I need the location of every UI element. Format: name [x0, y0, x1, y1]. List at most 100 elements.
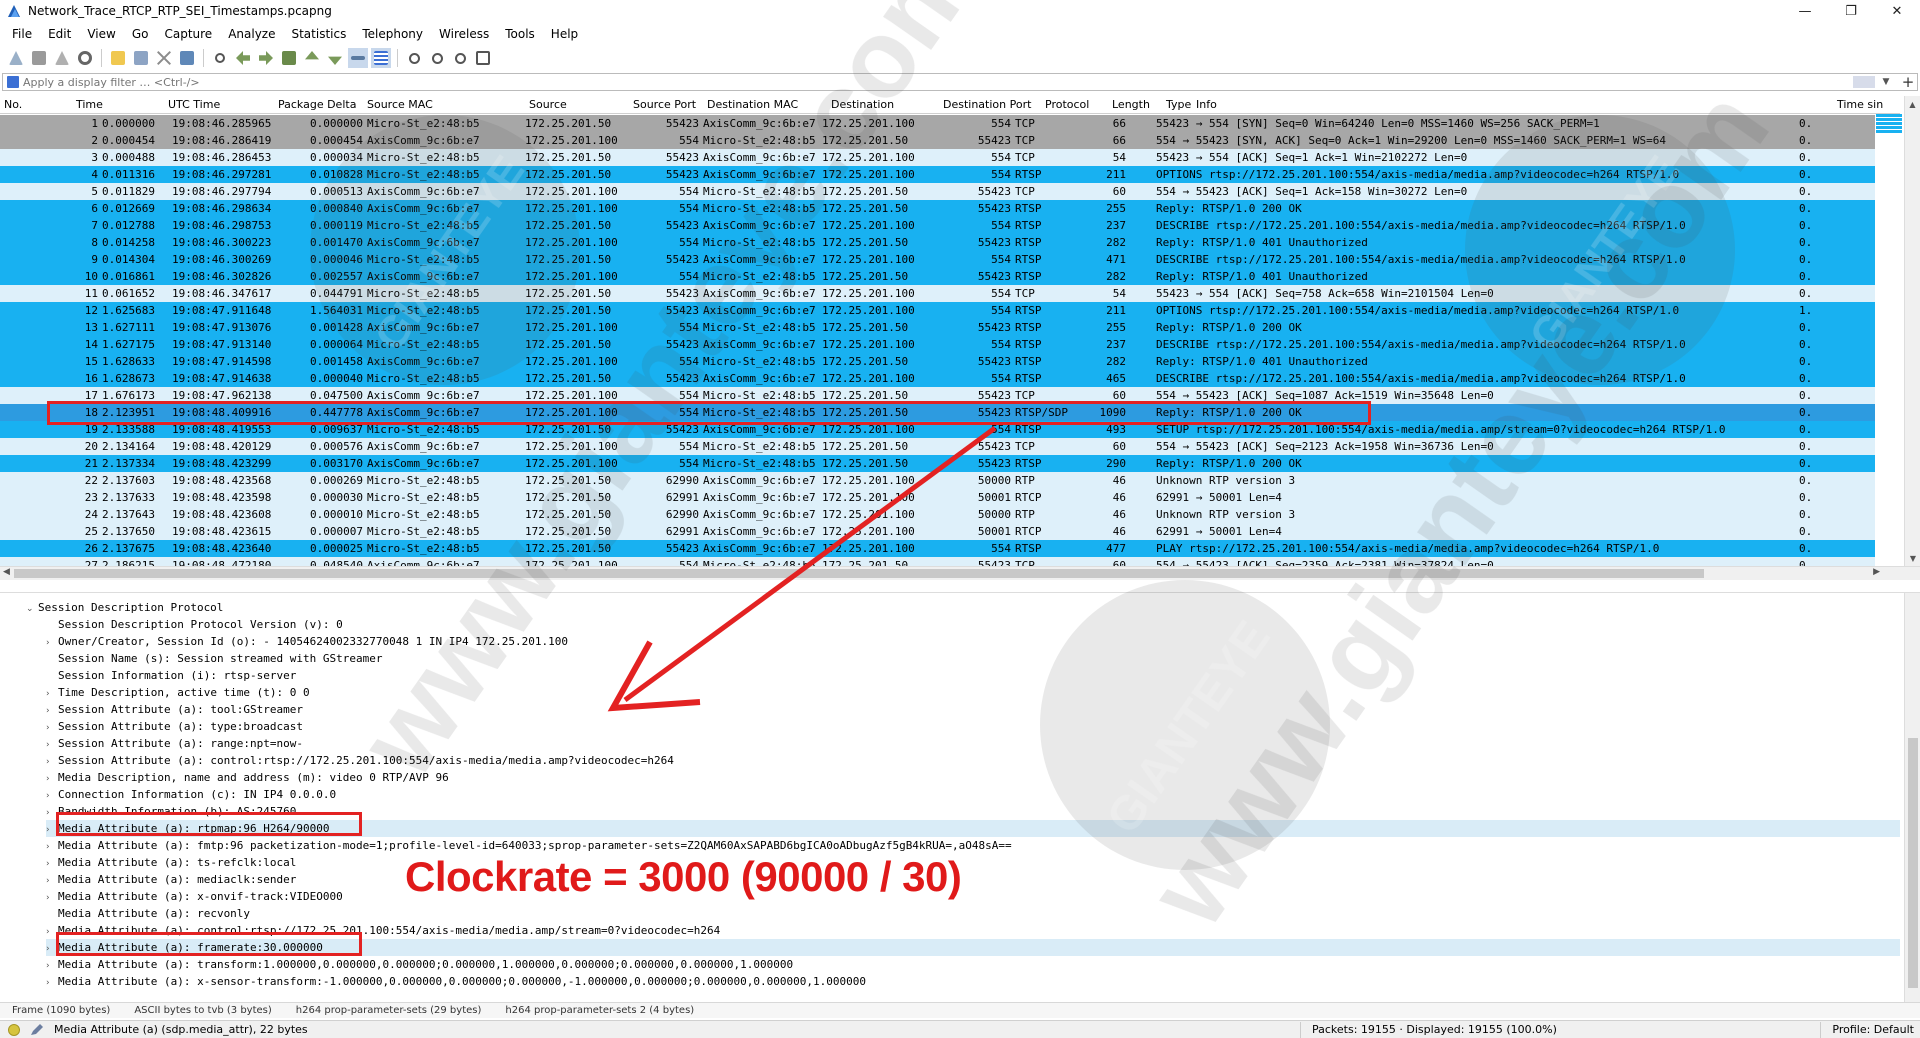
- packet-minimap[interactable]: [1876, 114, 1902, 134]
- table-row[interactable]: 24 2.137643 19:08:48.423608 0.000010 Micro-S…: [0, 506, 1875, 523]
- column-header-package-delta[interactable]: Package Delta: [274, 96, 363, 113]
- detail-line[interactable]: › Session Attribute (a): control:rtsp://1…: [46, 752, 1900, 769]
- zoom-in-button[interactable]: [404, 48, 424, 68]
- table-row[interactable]: 10 0.016861 19:08:46.302826 0.002557 AxisCom…: [0, 268, 1875, 285]
- tab-h264-prop-sets[interactable]: h264 prop-parameter-sets (29 bytes): [284, 1005, 494, 1016]
- display-filter-input[interactable]: [23, 75, 1853, 89]
- menu-capture[interactable]: Capture: [156, 27, 220, 41]
- column-header-protocol[interactable]: Protocol: [1041, 96, 1108, 113]
- close-file-button[interactable]: [154, 48, 174, 68]
- details-scroll-thumb[interactable]: [1908, 738, 1918, 988]
- capture-options-button[interactable]: [75, 48, 95, 68]
- last-packet-button[interactable]: [325, 48, 345, 68]
- scroll-down-icon[interactable]: ▼: [1905, 550, 1920, 566]
- menu-wireless[interactable]: Wireless: [431, 27, 497, 41]
- save-file-button[interactable]: [131, 48, 151, 68]
- profile-selector[interactable]: Profile: Default: [1832, 1023, 1914, 1036]
- table-row[interactable]: 5 0.011829 19:08:46.297794 0.000513 AxisComm…: [0, 183, 1875, 200]
- edit-comment-icon[interactable]: [30, 1023, 44, 1036]
- column-header-destination-mac[interactable]: Destination MAC: [703, 96, 827, 113]
- open-file-button[interactable]: [108, 48, 128, 68]
- table-row[interactable]: 15 1.628633 19:08:47.914598 0.001458 AxisCom…: [0, 353, 1875, 370]
- detail-line[interactable]: › Session Attribute (a): type:broadcast: [46, 718, 1900, 735]
- menu-analyze[interactable]: Analyze: [220, 27, 283, 41]
- column-header-source-mac[interactable]: Source MAC: [363, 96, 525, 113]
- add-filter-button[interactable]: +: [1899, 73, 1917, 91]
- close-button[interactable]: ✕: [1874, 0, 1920, 22]
- scroll-left-icon[interactable]: ◀: [3, 567, 10, 577]
- detail-line[interactable]: Media Attribute (a): recvonly: [46, 905, 1900, 922]
- detail-line[interactable]: Session Name (s): Session streamed with …: [46, 650, 1900, 667]
- column-header-destination-port[interactable]: Destination Port: [939, 96, 1041, 113]
- menu-file[interactable]: File: [4, 27, 40, 41]
- detail-line[interactable]: › Media Description, name and address (m)…: [46, 769, 1900, 786]
- tab-h264-prop-sets-2[interactable]: h264 prop-parameter-sets 2 (4 bytes): [493, 1005, 706, 1016]
- go-to-packet-button[interactable]: [279, 48, 299, 68]
- bookmark-icon[interactable]: [7, 76, 19, 88]
- menu-telephony[interactable]: Telephony: [354, 27, 431, 41]
- detail-line[interactable]: › Time Description, active time (t): 0 0: [46, 684, 1900, 701]
- table-row[interactable]: 20 2.134164 19:08:48.420129 0.000576 AxisCom…: [0, 438, 1875, 455]
- menu-edit[interactable]: Edit: [40, 27, 79, 41]
- colorize-button[interactable]: [371, 48, 391, 68]
- first-packet-button[interactable]: [302, 48, 322, 68]
- table-row[interactable]: 7 0.012788 19:08:46.298753 0.000119 Micro-St…: [0, 217, 1875, 234]
- chevron-down-icon[interactable]: ⌄: [26, 601, 38, 618]
- table-row[interactable]: 16 1.628673 19:08:47.914638 0.000040 Micro-S…: [0, 370, 1875, 387]
- detail-line[interactable]: › Media Attribute (a): ts-refclk:local: [46, 854, 1900, 871]
- detail-line[interactable]: › Media Attribute (a): x-onvif-track:VIDE…: [46, 888, 1900, 905]
- expert-info-icon[interactable]: [8, 1023, 20, 1036]
- zoom-out-button[interactable]: [427, 48, 447, 68]
- scroll-up-icon[interactable]: ▲: [1905, 96, 1920, 112]
- restart-capture-button[interactable]: [52, 48, 72, 68]
- table-row[interactable]: 3 0.000488 19:08:46.286453 0.000034 Micro-St…: [0, 149, 1875, 166]
- table-row[interactable]: 23 2.137633 19:08:48.423598 0.000030 Micro-S…: [0, 489, 1875, 506]
- details-vertical-scrollbar[interactable]: [1904, 593, 1920, 1003]
- chevron-right-icon[interactable]: ›: [46, 975, 58, 992]
- restore-button[interactable]: ❐: [1828, 0, 1874, 22]
- detail-line[interactable]: › Media Attribute (a): fmtp:96 packetizat…: [46, 837, 1900, 854]
- column-header-length[interactable]: Length: [1108, 96, 1162, 113]
- menu-tools[interactable]: Tools: [497, 27, 543, 41]
- packet-list-horizontal-scrollbar[interactable]: ◀ ▶: [0, 566, 1920, 580]
- reload-file-button[interactable]: [177, 48, 197, 68]
- table-row[interactable]: 9 0.014304 19:08:46.300269 0.000046 Micro-St…: [0, 251, 1875, 268]
- detail-line[interactable]: Session Information (i): rtsp-server: [46, 667, 1900, 684]
- menu-statistics[interactable]: Statistics: [283, 27, 354, 41]
- tab-frame-bytes[interactable]: Frame (1090 bytes): [0, 1005, 122, 1016]
- apply-filter-arrow-icon[interactable]: [1853, 76, 1875, 88]
- table-row[interactable]: 14 1.627175 19:08:47.913140 0.000064 Micro-S…: [0, 336, 1875, 353]
- find-packet-button[interactable]: [210, 48, 230, 68]
- table-row[interactable]: 8 0.014258 19:08:46.300223 0.001470 AxisComm…: [0, 234, 1875, 251]
- column-header-no[interactable]: No.: [0, 96, 72, 113]
- column-header-source[interactable]: Source: [525, 96, 629, 113]
- detail-line[interactable]: › Session Attribute (a): range:npt=now-: [46, 735, 1900, 752]
- detail-line[interactable]: › Session Attribute (a): tool:GStreamer: [46, 701, 1900, 718]
- table-row[interactable]: 21 2.137334 19:08:48.423299 0.003170 AxisCom…: [0, 455, 1875, 472]
- start-capture-button[interactable]: [6, 48, 26, 68]
- table-row[interactable]: 13 1.627111 19:08:47.913076 0.001428 AxisCom…: [0, 319, 1875, 336]
- column-header-time-since[interactable]: Time sin: [1833, 96, 1893, 114]
- stop-capture-button[interactable]: [29, 48, 49, 68]
- packet-list-vertical-scrollbar[interactable]: ▲ ▼: [1904, 96, 1920, 566]
- detail-line[interactable]: › Media Attribute (a): mediaclk:sender: [46, 871, 1900, 888]
- minimize-button[interactable]: —: [1782, 0, 1828, 22]
- detail-line[interactable]: ⌄ Session Description Protocol: [26, 599, 1900, 616]
- detail-line[interactable]: › Media Attribute (a): x-sensor-transform…: [46, 973, 1900, 990]
- column-header-type[interactable]: Type: [1162, 96, 1192, 113]
- go-back-button[interactable]: [233, 48, 253, 68]
- table-row[interactable]: 22 2.137603 19:08:48.423568 0.000269 Micro-S…: [0, 472, 1875, 489]
- column-header-destination[interactable]: Destination: [827, 96, 939, 113]
- menu-go[interactable]: Go: [124, 27, 157, 41]
- scroll-right-icon[interactable]: ▶: [1873, 567, 1880, 577]
- autoscroll-button[interactable]: [348, 48, 368, 68]
- resize-columns-button[interactable]: [473, 48, 493, 68]
- zoom-reset-button[interactable]: [450, 48, 470, 68]
- detail-line[interactable]: Session Description Protocol Version (v)…: [46, 616, 1900, 633]
- table-row[interactable]: 12 1.625683 19:08:47.911648 1.564031 Micro-S…: [0, 302, 1875, 319]
- table-row[interactable]: 1 0.000000 19:08:46.285965 0.000000 Micro-St…: [0, 115, 1875, 132]
- table-row[interactable]: 25 2.137650 19:08:48.423615 0.000007 Micro-S…: [0, 523, 1875, 540]
- table-row[interactable]: 2 0.000454 19:08:46.286419 0.000454 AxisComm…: [0, 132, 1875, 149]
- column-header-time[interactable]: Time: [72, 96, 164, 113]
- column-header-utc-time[interactable]: UTC Time: [164, 96, 274, 113]
